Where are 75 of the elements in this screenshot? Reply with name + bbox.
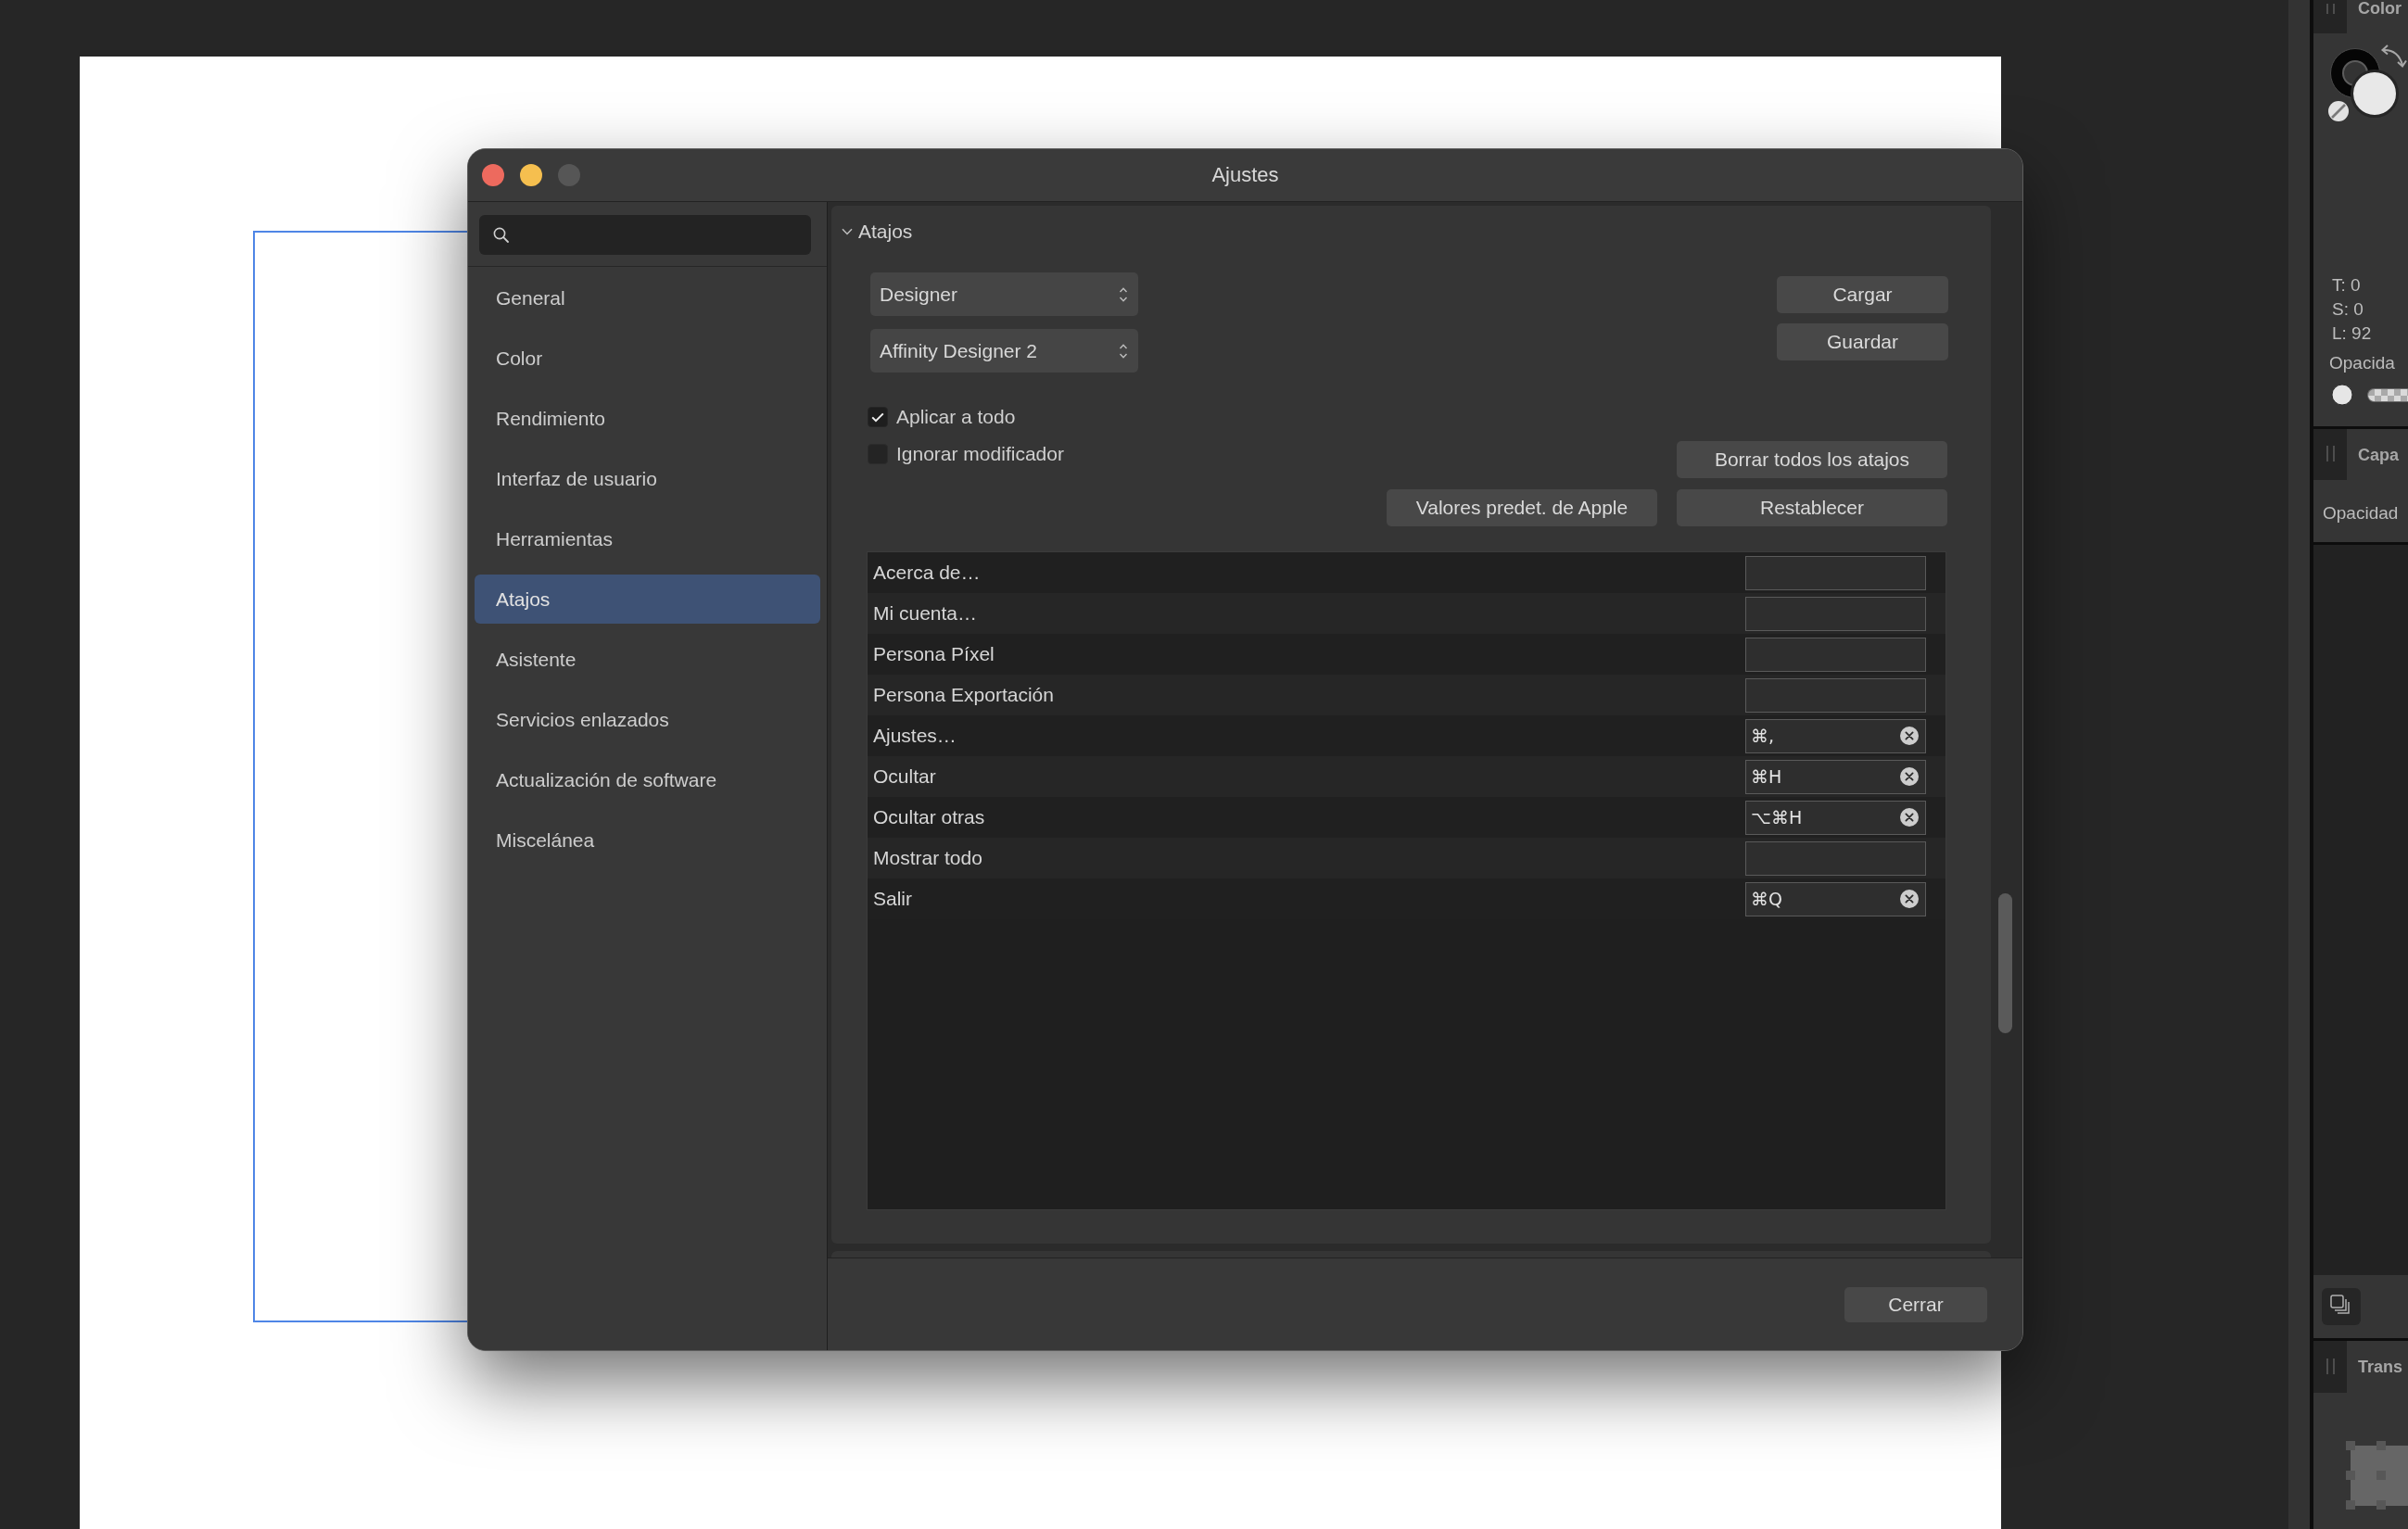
- panel-title: Trans: [2357, 1358, 2403, 1375]
- color-reading: T: 0: [2331, 274, 2362, 297]
- save-button[interactable]: Guardar: [1777, 323, 1948, 360]
- color-reading: S: 0: [2331, 298, 2364, 321]
- shortcut-field[interactable]: [1745, 596, 1926, 631]
- sidebar-item[interactable]: Color: [475, 334, 820, 383]
- command-name: Ocultar: [873, 765, 936, 788]
- command-name: Ajustes…: [873, 725, 957, 747]
- scrollbar-thumb[interactable]: [1998, 893, 2012, 1033]
- up-down-chevron-icon: [1119, 285, 1128, 303]
- close-dialog-button[interactable]: Cerrar: [1844, 1286, 1987, 1322]
- shortcut-row[interactable]: Persona Exportación: [868, 675, 1945, 715]
- clear-icon[interactable]: [1900, 808, 1919, 827]
- curved-double-arrow-icon[interactable]: [2380, 44, 2407, 68]
- shortcut-field[interactable]: [1745, 637, 1926, 672]
- up-down-chevron-icon: [1119, 342, 1128, 360]
- shortcut-field[interactable]: ⌘Q: [1745, 881, 1926, 916]
- sidebar-item[interactable]: Actualización de software: [475, 755, 820, 804]
- close-button[interactable]: [482, 164, 504, 186]
- fill-swatch-icon[interactable]: [2351, 70, 2399, 118]
- slashed-circle-icon[interactable]: [2328, 101, 2349, 121]
- shortcut-field[interactable]: [1745, 677, 1926, 713]
- grip-icon[interactable]: [2313, 1341, 2347, 1393]
- minimize-button[interactable]: [520, 164, 542, 186]
- grip-icon[interactable]: [2313, 0, 2347, 33]
- checkmark-icon: [871, 411, 884, 423]
- shortcut-row[interactable]: Mi cuenta…: [868, 593, 1945, 634]
- sidebar-item[interactable]: Asistente: [475, 635, 820, 684]
- shortcut-field[interactable]: ⌘,: [1745, 718, 1926, 753]
- apple-defaults-button[interactable]: Valores predet. de Apple: [1387, 489, 1657, 526]
- shortcut-row[interactable]: Ocultar ⌘H: [868, 756, 1945, 797]
- sidebar-item[interactable]: General: [475, 273, 820, 322]
- command-name: Persona Exportación: [873, 684, 1054, 706]
- stacked-squares-icon[interactable]: [2322, 1288, 2361, 1325]
- command-name: Mi cuenta…: [873, 602, 978, 625]
- command-name: Acerca de…: [873, 562, 981, 584]
- sidebar-item[interactable]: Miscelánea: [475, 815, 820, 865]
- load-button[interactable]: Cargar: [1777, 276, 1948, 313]
- anchor-grid-icon[interactable]: [2346, 1441, 2408, 1510]
- color-reading: L: 92: [2331, 322, 2373, 345]
- sidebar-item[interactable]: Atajos: [475, 575, 820, 624]
- clear-icon[interactable]: [1900, 767, 1919, 786]
- command-name: Persona Píxel: [873, 643, 995, 665]
- checkbox-label: Aplicar a todo: [896, 406, 1016, 428]
- clear-icon[interactable]: [1900, 727, 1919, 745]
- shortcut-field[interactable]: ⌘H: [1745, 759, 1926, 794]
- shortcut-field[interactable]: [1745, 840, 1926, 876]
- section-header[interactable]: Atajos: [831, 219, 913, 245]
- checkbox-label: Ignorar modificador: [896, 443, 1064, 465]
- panel-title: Color: [2357, 0, 2402, 17]
- sidebar-item[interactable]: Interfaz de usuario: [475, 454, 820, 503]
- opacity-label: Opacidad: [2322, 502, 2400, 524]
- window-title: Ajustes: [1211, 163, 1279, 187]
- command-name: Ocultar otras: [873, 806, 985, 828]
- popup-button[interactable]: Designer: [870, 272, 1138, 316]
- shortcut-field[interactable]: ⌥⌘H: [1745, 800, 1926, 835]
- shortcut-field[interactable]: [1745, 555, 1926, 590]
- opacity-label: Opacida: [2328, 352, 2396, 374]
- sidebar-item[interactable]: Servicios enlazados: [475, 695, 820, 744]
- sidebar-item[interactable]: Rendimiento: [475, 394, 820, 443]
- shortcut-row[interactable]: Mostrar todo: [868, 838, 1945, 878]
- search-field[interactable]: [479, 215, 811, 255]
- command-name: Salir: [873, 888, 912, 910]
- search-icon: [493, 227, 509, 243]
- checkered-bar[interactable]: [2367, 387, 2408, 402]
- grip-icon[interactable]: [2313, 429, 2347, 480]
- command-name: Mostrar todo: [873, 847, 982, 869]
- color-swatch-icon[interactable]: [2331, 384, 2353, 406]
- sidebar-item[interactable]: Herramientas: [475, 514, 820, 563]
- reset-button[interactable]: Restablecer: [1677, 489, 1947, 526]
- popup-button[interactable]: Affinity Designer 2: [870, 329, 1138, 373]
- clear-icon[interactable]: [1900, 890, 1919, 908]
- checkbox[interactable]: [868, 407, 888, 427]
- clear-all-button[interactable]: Borrar todos los atajos: [1677, 441, 1947, 478]
- panel-title: Capa: [2357, 446, 2399, 463]
